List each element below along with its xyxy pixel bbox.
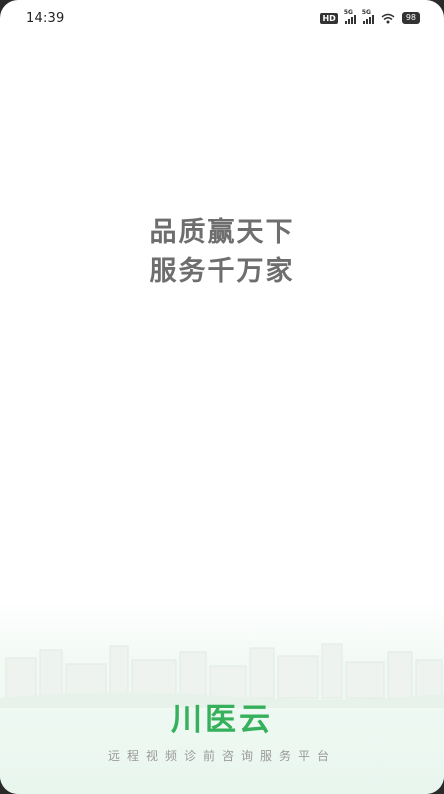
app-tagline: 远程视频诊前咨询服务平台 (107, 749, 336, 763)
status-icons: HD 5G 5G 98 (320, 9, 420, 24)
status-time: 14:39 (26, 10, 65, 26)
cellular-signal-icon-2: 5G (362, 9, 374, 24)
slogan-line-2: 服务千万家 (149, 256, 295, 287)
cellular-signal-icon: 5G (344, 9, 356, 24)
splash-screen: 14:39 HD 5G 5G 98 品质赢天下 服务千万家 川医云 远程视频诊前… (0, 0, 444, 794)
hd-voice-icon: HD (320, 12, 338, 24)
status-bar: 14:39 HD 5G 5G 98 (0, 0, 444, 36)
battery-icon: 98 (401, 12, 420, 24)
wifi-icon (381, 13, 395, 23)
app-logo: 川医云 (171, 702, 273, 738)
slogan-line-1: 品质赢天下 (149, 217, 295, 248)
